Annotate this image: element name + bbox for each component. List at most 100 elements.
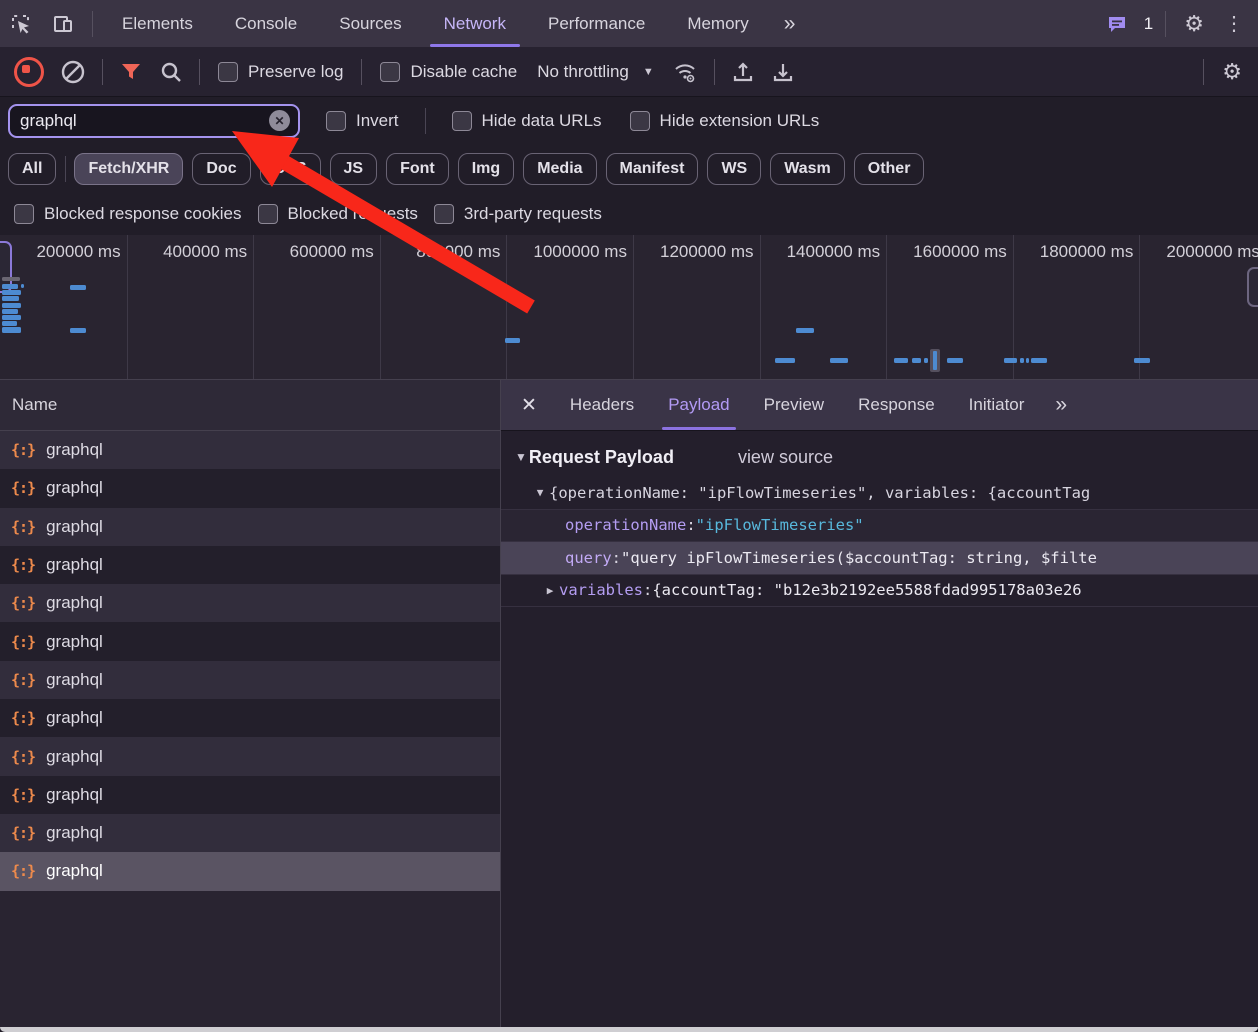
tab-console[interactable]: Console <box>214 0 318 47</box>
type-filter-js[interactable]: JS <box>330 153 378 185</box>
network-conditions-icon[interactable] <box>672 59 698 85</box>
request-row[interactable]: {:}graphql <box>0 622 500 660</box>
type-filter-media[interactable]: Media <box>523 153 596 185</box>
detail-tab-initiator[interactable]: Initiator <box>952 380 1042 430</box>
import-har-icon[interactable] <box>731 60 755 84</box>
request-name: graphql <box>46 785 103 805</box>
type-filter-all[interactable]: All <box>8 153 56 185</box>
tab-sources[interactable]: Sources <box>318 0 422 47</box>
timeline-column[interactable]: 200000 ms <box>0 235 127 379</box>
network-settings-gear-icon[interactable]: ⚙ <box>1212 61 1252 83</box>
tab-memory[interactable]: Memory <box>666 0 769 47</box>
checkbox[interactable] <box>14 204 34 224</box>
request-row[interactable]: {:}graphql <box>0 469 500 507</box>
payload-object-preview[interactable]: ▼ {operationName: "ipFlowTimeseries", va… <box>501 477 1258 509</box>
payload-row-operationname[interactable]: operationName: "ipFlowTimeseries" <box>501 509 1258 542</box>
timeline-column[interactable]: 400000 ms <box>127 235 254 379</box>
detail-tab-response[interactable]: Response <box>841 380 952 430</box>
preserve-log-checkbox[interactable]: Preserve log <box>218 62 343 82</box>
divider <box>501 606 1258 607</box>
search-icon[interactable] <box>159 60 183 84</box>
timeline-column[interactable]: 2000000 ms <box>1139 235 1258 379</box>
hide-extension-urls-checkbox[interactable]: Hide extension URLs <box>630 111 820 131</box>
timeline-column[interactable]: 1200000 ms <box>633 235 760 379</box>
request-row[interactable]: {:}graphql <box>0 508 500 546</box>
filter-input[interactable] <box>18 110 269 132</box>
detail-tab-preview[interactable]: Preview <box>747 380 841 430</box>
section-title: Request Payload <box>529 447 674 468</box>
checkbox[interactable] <box>452 111 472 131</box>
record-network-log-button[interactable] <box>14 57 44 87</box>
invert-checkbox[interactable]: Invert <box>326 111 399 131</box>
timeline-column[interactable]: 1800000 ms <box>1013 235 1140 379</box>
close-detail-icon[interactable]: ✕ <box>505 394 553 417</box>
menu-dots-icon[interactable]: ⋮ <box>1214 14 1258 34</box>
inspect-element-icon[interactable] <box>8 11 34 37</box>
more-panels-icon[interactable]: » <box>770 12 808 36</box>
issues-message-icon[interactable] <box>1104 11 1130 37</box>
timeline-column[interactable]: 800000 ms <box>380 235 507 379</box>
3rd-party-requests-checkbox[interactable]: 3rd-party requests <box>434 204 602 224</box>
type-filter-wasm[interactable]: Wasm <box>770 153 845 185</box>
hide-data-urls-checkbox[interactable]: Hide data URLs <box>452 111 602 131</box>
request-row[interactable]: {:}graphql <box>0 546 500 584</box>
filter-funnel-icon[interactable] <box>119 60 143 84</box>
blocked-requests-checkbox[interactable]: Blocked requests <box>258 204 418 224</box>
network-overview-timeline[interactable]: 200000 ms400000 ms600000 ms800000 ms1000… <box>0 235 1258 380</box>
request-name: graphql <box>46 593 103 613</box>
type-filter-manifest[interactable]: Manifest <box>606 153 699 185</box>
timeline-column[interactable]: 600000 ms <box>253 235 380 379</box>
throttling-dropdown[interactable]: No throttling ▼ <box>537 62 654 82</box>
checkbox[interactable] <box>630 111 650 131</box>
view-source-link[interactable]: view source <box>738 447 833 468</box>
payload-row-variables[interactable]: ▶variables: {accountTag: "b12e3b2192ee55… <box>501 574 1258 607</box>
invert-label: Invert <box>356 111 399 131</box>
disable-cache-checkbox[interactable]: Disable cache <box>380 62 517 82</box>
timeline-column[interactable]: 1400000 ms <box>760 235 887 379</box>
request-name: graphql <box>46 517 103 537</box>
type-filter-fetch-xhr[interactable]: Fetch/XHR <box>74 153 183 185</box>
blocked-response-cookies-checkbox[interactable]: Blocked response cookies <box>14 204 242 224</box>
checkbox[interactable] <box>218 62 238 82</box>
payload-row-query[interactable]: query: "query ipFlowTimeseries($accountT… <box>501 541 1258 574</box>
request-row[interactable]: {:}graphql <box>0 776 500 814</box>
checkbox[interactable] <box>258 204 278 224</box>
checkbox[interactable] <box>434 204 454 224</box>
payload-tree: ▼ {operationName: "ipFlowTimeseries", va… <box>501 477 1258 607</box>
clear-filter-icon[interactable]: ✕ <box>269 110 290 131</box>
detail-tab-payload[interactable]: Payload <box>651 380 746 430</box>
request-row[interactable]: {:}graphql <box>0 584 500 622</box>
clear-network-log-icon[interactable] <box>60 59 86 85</box>
checkbox[interactable] <box>380 62 400 82</box>
detail-tab-headers[interactable]: Headers <box>553 380 651 430</box>
type-filter-ws[interactable]: WS <box>707 153 761 185</box>
tab-elements[interactable]: Elements <box>101 0 214 47</box>
request-payload-section[interactable]: ▼ Request Payload view source <box>501 437 1258 477</box>
timeline-column[interactable]: 1000000 ms <box>506 235 633 379</box>
more-detail-tabs-icon[interactable]: » <box>1041 393 1079 417</box>
type-filter-css[interactable]: CSS <box>260 153 321 185</box>
request-row[interactable]: {:}graphql <box>0 699 500 737</box>
request-row[interactable]: {:}graphql <box>0 661 500 699</box>
tab-network[interactable]: Network <box>423 0 527 47</box>
type-filter-font[interactable]: Font <box>386 153 449 185</box>
chevron-down-icon: ▼ <box>643 66 654 78</box>
timeline-column[interactable]: 1600000 ms <box>886 235 1013 379</box>
request-row[interactable]: {:}graphql <box>0 814 500 852</box>
triangle-right-icon: ▶ <box>541 584 559 597</box>
device-toolbar-icon[interactable] <box>50 11 76 37</box>
checkbox[interactable] <box>326 111 346 131</box>
export-har-icon[interactable] <box>771 60 795 84</box>
json-braces-icon: {:} <box>11 633 35 651</box>
type-filter-other[interactable]: Other <box>854 153 925 185</box>
request-row[interactable]: {:}graphql <box>0 737 500 775</box>
divider <box>1165 11 1166 37</box>
settings-gear-icon[interactable]: ⚙ <box>1174 13 1214 35</box>
request-row[interactable]: {:}graphql <box>0 852 500 890</box>
name-column-header[interactable]: Name <box>0 380 500 431</box>
request-row[interactable]: {:}graphql <box>0 431 500 469</box>
type-filter-img[interactable]: Img <box>458 153 514 185</box>
filter-input-wrapper: ✕ <box>8 104 300 138</box>
tab-performance[interactable]: Performance <box>527 0 666 47</box>
type-filter-doc[interactable]: Doc <box>192 153 250 185</box>
